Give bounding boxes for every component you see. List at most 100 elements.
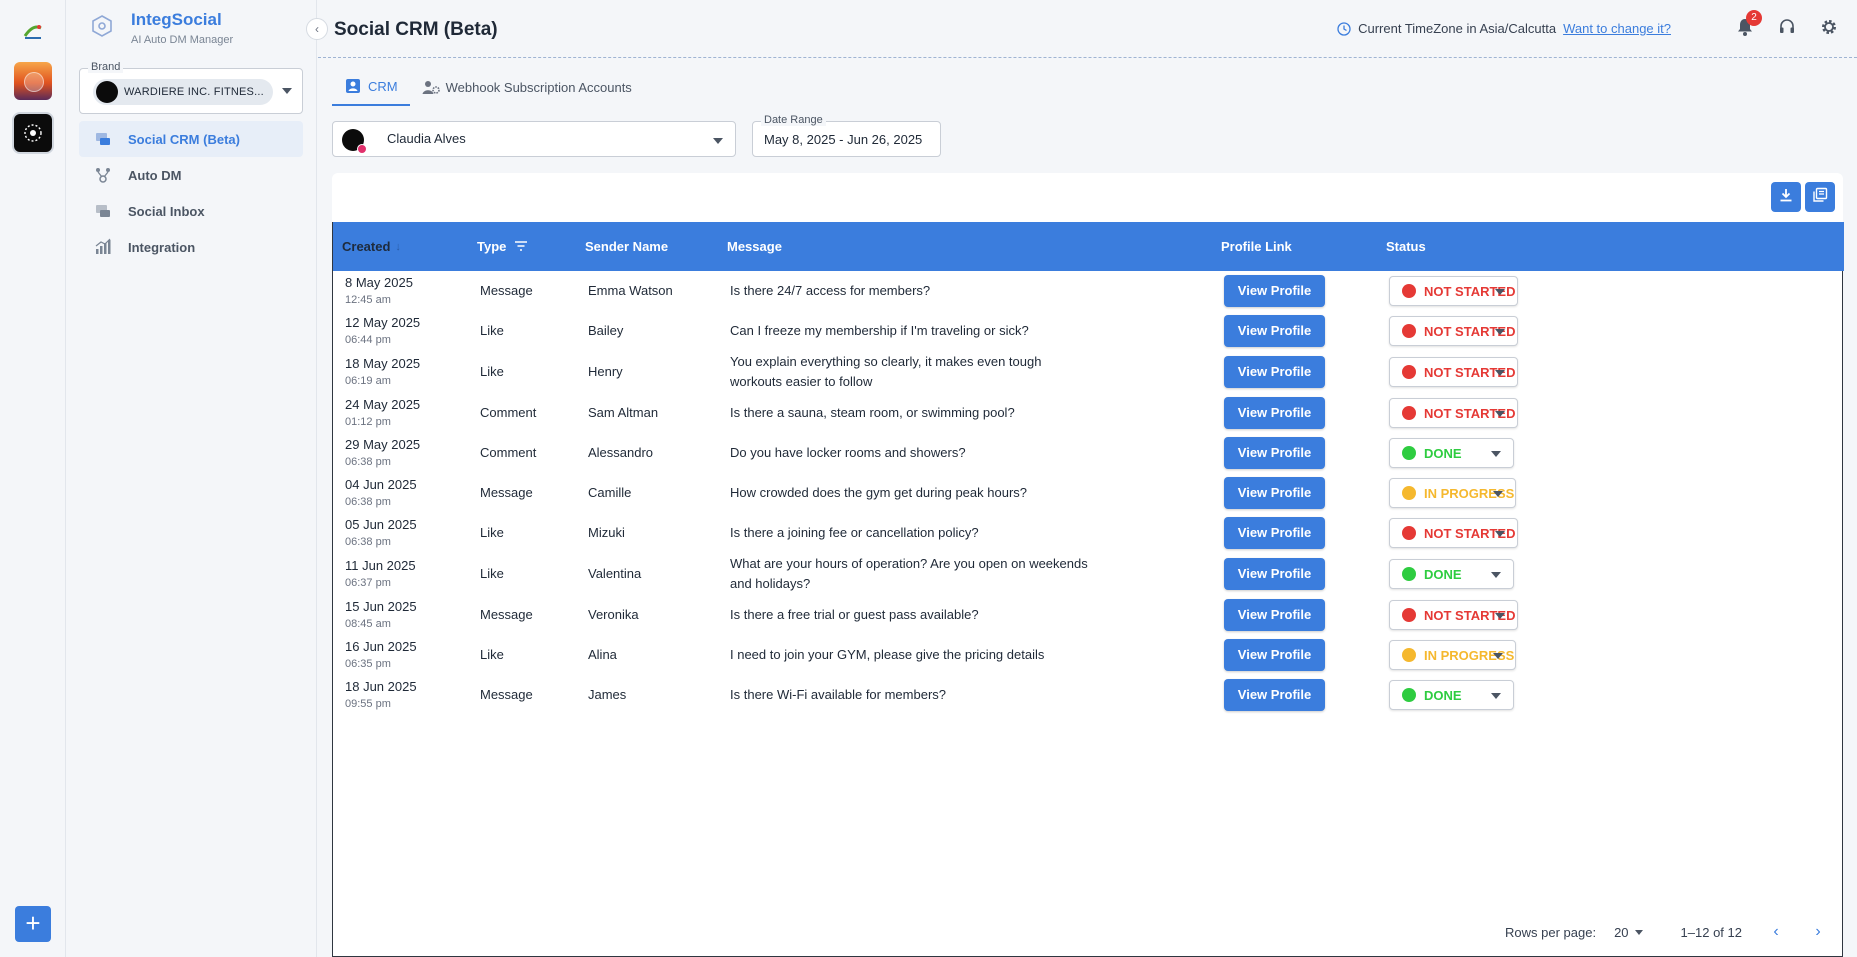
- status-select[interactable]: NOT STARTED: [1389, 357, 1518, 387]
- message-cell: You explain everything so clearly, it ma…: [730, 354, 1042, 389]
- table-row: 8 May 2025 12:45 am Message Emma Watson Is t…: [333, 271, 1844, 311]
- view-profile-button[interactable]: View Profile: [1224, 639, 1325, 671]
- change-timezone-link[interactable]: Want to change it?: [1563, 21, 1671, 36]
- view-profile-button[interactable]: View Profile: [1224, 558, 1325, 590]
- chevron-down-icon: [1493, 653, 1503, 659]
- integsocial-logo-icon: [19, 18, 47, 46]
- brand-select[interactable]: Brand WARDIERE INC. FITNES...: [79, 61, 303, 114]
- top-bar: Social CRM (Beta) Current TimeZone in As…: [318, 0, 1857, 58]
- view-profile-button[interactable]: View Profile: [1224, 275, 1325, 307]
- sidebar-item-auto-dm[interactable]: Auto DM: [79, 157, 303, 193]
- created-cell: 15 Jun 2025 08:45 am: [345, 599, 417, 630]
- table-row: 04 Jun 2025 06:38 pm Message Camille How cro…: [333, 473, 1844, 513]
- page-title: Social CRM (Beta): [334, 19, 498, 40]
- crm-icon: [93, 129, 113, 149]
- type-cell: Message: [480, 283, 533, 298]
- tab-crm[interactable]: CRM: [332, 68, 410, 106]
- type-cell: Message: [480, 485, 533, 500]
- date-range-field[interactable]: Date Range May 8, 2025 - Jun 26, 2025: [752, 114, 941, 157]
- brand-avatar: [96, 81, 118, 103]
- brand-chip: WARDIERE INC. FITNES...: [93, 79, 273, 105]
- view-profile-button[interactable]: View Profile: [1224, 517, 1325, 549]
- notifications-button[interactable]: 2: [1735, 10, 1762, 39]
- view-profile-button[interactable]: View Profile: [1224, 679, 1325, 711]
- status-dot-icon: [1402, 526, 1416, 540]
- column-profile-link: Profile Link: [1221, 239, 1292, 254]
- column-type[interactable]: Type: [477, 239, 528, 254]
- created-date: 11 Jun 2025: [345, 558, 416, 573]
- status-select[interactable]: IN PROGRESS: [1389, 640, 1516, 670]
- status-dot-icon: [1402, 648, 1416, 662]
- status-select[interactable]: NOT STARTED: [1389, 316, 1518, 346]
- next-page-button[interactable]: ›: [1810, 923, 1826, 940]
- table-row: 05 Jun 2025 06:38 pm Like Mizuki Is there a …: [333, 513, 1844, 553]
- status-select[interactable]: DONE: [1389, 559, 1514, 589]
- created-time: 09:55 pm: [345, 698, 391, 710]
- sender-name-cell: Emma Watson: [588, 283, 673, 298]
- sidebar: IntegSocial AI Auto DM Manager ‹ Brand W…: [66, 0, 328, 957]
- created-time: 06:19 am: [345, 375, 391, 387]
- view-profile-button[interactable]: View Profile: [1224, 599, 1325, 631]
- created-time: 08:45 am: [345, 618, 391, 630]
- table-row: 16 Jun 2025 06:35 pm Like Alina I need to jo…: [333, 635, 1844, 675]
- created-cell: 11 Jun 2025 06:37 pm: [345, 558, 416, 589]
- previous-page-button[interactable]: ‹: [1768, 923, 1784, 940]
- workspace-brand-fitness-avatar[interactable]: [14, 114, 52, 152]
- column-created[interactable]: Created ↓: [342, 239, 401, 254]
- view-profile-button[interactable]: View Profile: [1224, 397, 1325, 429]
- copy-columns-icon: [1812, 187, 1828, 208]
- sender-name-cell: Alina: [588, 647, 617, 662]
- sender-name-cell: Bailey: [588, 323, 624, 338]
- status-select[interactable]: DONE: [1389, 680, 1514, 710]
- sidebar-item-social-crm[interactable]: Social CRM (Beta): [79, 121, 303, 157]
- crm-table-card: Created ↓ Type Sender Name Message Profi…: [332, 173, 1844, 957]
- type-cell: Like: [480, 364, 504, 379]
- created-cell: 18 Jun 2025 09:55 pm: [345, 679, 417, 710]
- status-select[interactable]: DONE: [1389, 438, 1514, 468]
- workspace-brand-sunset-avatar[interactable]: [14, 62, 52, 100]
- support-button[interactable]: [1777, 18, 1797, 39]
- download-button[interactable]: [1771, 182, 1801, 212]
- status-select[interactable]: NOT STARTED: [1389, 398, 1518, 428]
- settings-button[interactable]: [1819, 19, 1839, 39]
- sidebar-item-social-inbox[interactable]: Social Inbox: [79, 193, 303, 229]
- created-cell: 05 Jun 2025 06:38 pm: [345, 517, 417, 548]
- view-profile-button[interactable]: View Profile: [1224, 356, 1325, 388]
- status-select[interactable]: NOT STARTED: [1389, 518, 1518, 548]
- view-profile-button[interactable]: View Profile: [1224, 315, 1325, 347]
- brand-label: Brand: [88, 61, 124, 73]
- user-gear-icon: [422, 78, 440, 96]
- sidebar-item-integration[interactable]: Integration: [79, 229, 303, 265]
- sidebar-item-label: Integration: [128, 239, 196, 255]
- add-workspace-button[interactable]: +: [15, 906, 51, 942]
- status-select[interactable]: NOT STARTED: [1389, 600, 1518, 630]
- sender-name-cell: James: [588, 687, 627, 702]
- contact-card-icon: [344, 77, 362, 95]
- view-profile-button[interactable]: View Profile: [1224, 477, 1325, 509]
- app-name: IntegSocial: [131, 10, 222, 29]
- status-select[interactable]: IN PROGRESS: [1389, 478, 1516, 508]
- sender-name-cell: Mizuki: [588, 525, 625, 540]
- created-cell: 04 Jun 2025 06:38 pm: [345, 477, 417, 508]
- columns-button[interactable]: [1805, 182, 1835, 212]
- date-range-label: Date Range: [761, 114, 826, 126]
- view-profile-button[interactable]: View Profile: [1224, 437, 1325, 469]
- created-date: 12 May 2025: [345, 315, 421, 330]
- created-date: 18 Jun 2025: [345, 679, 417, 694]
- table-row: 18 Jun 2025 09:55 pm Message James Is there …: [333, 675, 1844, 715]
- created-time: 06:38 pm: [345, 456, 391, 468]
- created-cell: 16 Jun 2025 06:35 pm: [345, 639, 417, 670]
- sender-name-cell: Valentina: [588, 566, 642, 581]
- created-time: 06:35 pm: [345, 658, 391, 670]
- message-cell: Is there a sauna, steam room, or swimmin…: [730, 405, 1015, 420]
- message-cell: What are your hours of operation? Are yo…: [730, 556, 1088, 591]
- status-select[interactable]: NOT STARTED: [1389, 276, 1518, 306]
- created-cell: 18 May 2025 06:19 am: [345, 356, 420, 387]
- table-header: Created ↓ Type Sender Name Message Profi…: [333, 222, 1844, 271]
- status-dot-icon: [1402, 688, 1416, 702]
- account-select[interactable]: Claudia Alves: [332, 121, 736, 157]
- created-time: 12:45 am: [345, 294, 391, 306]
- tab-webhook-subscription-accounts[interactable]: Webhook Subscription Accounts: [410, 68, 644, 106]
- chevron-down-icon: [282, 88, 292, 94]
- rows-per-page-select[interactable]: 20: [1614, 925, 1643, 940]
